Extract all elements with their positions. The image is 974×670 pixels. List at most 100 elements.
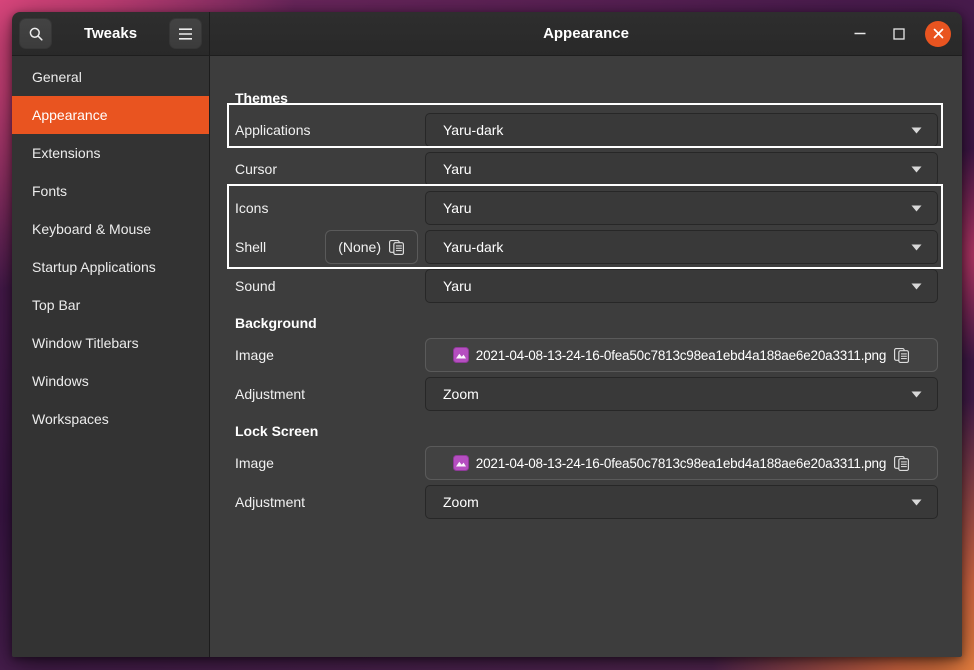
settings-row: Icons Yaru	[235, 191, 938, 225]
chevron-down-icon	[911, 391, 922, 398]
main-headerbar: Appearance	[210, 12, 962, 56]
themes-applications-dropdown[interactable]: Yaru-dark	[425, 113, 938, 147]
settings-section: Background Image 2021-04-08-13-24-16-0fe…	[235, 315, 938, 411]
settings-row: Adjustment Zoom	[235, 485, 938, 519]
sidebar-item-workspaces[interactable]: Workspaces	[12, 400, 209, 438]
copy-icon	[388, 239, 405, 256]
section-rows: Applications Yaru-dark Cursor Yaru Icons…	[235, 113, 938, 303]
dropdown-value: Yaru	[443, 278, 911, 294]
sidebar-item-window-titlebars[interactable]: Window Titlebars	[12, 324, 209, 362]
section-rows: Image 2021-04-08-13-24-16-0fea50c7813c98…	[235, 338, 938, 411]
row-label: Adjustment	[235, 386, 305, 402]
background-image-button[interactable]: 2021-04-08-13-24-16-0fea50c7813c98ea1ebd…	[425, 338, 938, 372]
chevron-down-icon	[911, 499, 922, 506]
page-title: Appearance	[543, 25, 629, 42]
hamburger-icon	[178, 28, 193, 40]
background-heading: Background	[235, 315, 938, 331]
row-label: Image	[235, 455, 274, 471]
row-label: Shell	[235, 239, 266, 255]
maximize-button[interactable]	[886, 21, 912, 47]
app-title: Tweaks	[84, 25, 137, 42]
row-label: Icons	[235, 200, 268, 216]
copy-icon	[893, 455, 910, 472]
settings-section: Themes Applications Yaru-dark Cursor Yar…	[235, 90, 938, 303]
minimize-icon	[854, 32, 866, 35]
dropdown-value: Yaru-dark	[443, 122, 911, 138]
row-label-cell: Cursor	[235, 161, 425, 177]
settings-row: Cursor Yaru	[235, 152, 938, 186]
themes-shell-dropdown[interactable]: Yaru-dark	[425, 230, 938, 264]
background-adjustment-dropdown[interactable]: Zoom	[425, 377, 938, 411]
sidebar-item-startup-applications[interactable]: Startup Applications	[12, 248, 209, 286]
dropdown-value: Zoom	[443, 386, 911, 402]
sidebar-item-label: Appearance	[32, 107, 108, 123]
maximize-icon	[893, 28, 905, 40]
lock-screen-image-button[interactable]: 2021-04-08-13-24-16-0fea50c7813c98ea1ebd…	[425, 446, 938, 480]
sidebar-item-label: Fonts	[32, 183, 67, 199]
dropdown-value: Yaru	[443, 200, 911, 216]
themes-sound-dropdown[interactable]: Yaru	[425, 269, 938, 303]
menu-button[interactable]	[169, 18, 202, 49]
sidebar-item-extensions[interactable]: Extensions	[12, 134, 209, 172]
sidebar-item-label: Top Bar	[32, 297, 80, 313]
row-label-cell: Adjustment	[235, 494, 425, 510]
row-label-cell: Adjustment	[235, 386, 425, 402]
window-controls	[847, 12, 951, 55]
sidebar-item-keyboard-mouse[interactable]: Keyboard & Mouse	[12, 210, 209, 248]
settings-row: Image 2021-04-08-13-24-16-0fea50c7813c98…	[235, 338, 938, 372]
sidebar-item-label: Startup Applications	[32, 259, 156, 275]
sidebar-item-top-bar[interactable]: Top Bar	[12, 286, 209, 324]
row-label-cell: Sound	[235, 278, 425, 294]
sidebar-item-label: General	[32, 69, 82, 85]
sidebar-item-fonts[interactable]: Fonts	[12, 172, 209, 210]
row-label-cell: Shell (None)	[235, 230, 425, 264]
dropdown-value: Zoom	[443, 494, 911, 510]
settings-row: Shell (None) Yaru-dark	[235, 230, 938, 264]
image-filename: 2021-04-08-13-24-16-0fea50c7813c98ea1ebd…	[476, 456, 886, 471]
themes-heading: Themes	[235, 90, 938, 106]
sidebar-item-windows[interactable]: Windows	[12, 362, 209, 400]
chevron-down-icon	[911, 244, 922, 251]
image-thumbnail-icon	[453, 347, 469, 363]
settings-list: Themes Applications Yaru-dark Cursor Yar…	[210, 56, 962, 657]
settings-row: Applications Yaru-dark	[235, 113, 938, 147]
search-button[interactable]	[19, 18, 52, 49]
row-label-cell: Image	[235, 347, 425, 363]
sidebar-item-label: Extensions	[32, 145, 100, 161]
lock-screen-adjustment-dropdown[interactable]: Zoom	[425, 485, 938, 519]
chevron-down-icon	[911, 166, 922, 173]
row-label: Adjustment	[235, 494, 305, 510]
row-label: Cursor	[235, 161, 277, 177]
image-filename: 2021-04-08-13-24-16-0fea50c7813c98ea1ebd…	[476, 348, 886, 363]
close-button[interactable]	[925, 21, 951, 47]
sidebar-item-label: Workspaces	[32, 411, 109, 427]
minimize-button[interactable]	[847, 21, 873, 47]
sidebar-item-label: Windows	[32, 373, 89, 389]
sidebar-item-label: Keyboard & Mouse	[32, 221, 151, 237]
chevron-down-icon	[911, 283, 922, 290]
tweaks-window: Tweaks Appearance	[12, 12, 962, 657]
shell-none-label: (None)	[338, 239, 381, 255]
row-label-cell: Applications	[235, 122, 425, 138]
close-icon	[933, 28, 944, 39]
settings-row: Sound Yaru	[235, 269, 938, 303]
sidebar-nav: General Appearance Extensions Fonts Keyb…	[12, 56, 210, 657]
shell-none-button[interactable]: (None)	[325, 230, 418, 264]
row-label-cell: Image	[235, 455, 425, 471]
sidebar-item-general[interactable]: General	[12, 58, 209, 96]
settings-row: Image 2021-04-08-13-24-16-0fea50c7813c98…	[235, 446, 938, 480]
row-label: Sound	[235, 278, 275, 294]
dropdown-value: Yaru	[443, 161, 911, 177]
sidebar-item-label: Window Titlebars	[32, 335, 139, 351]
image-thumbnail-icon	[453, 455, 469, 471]
row-label: Applications	[235, 122, 311, 138]
chevron-down-icon	[911, 127, 922, 134]
sidebar-item-appearance[interactable]: Appearance	[12, 96, 209, 134]
section-rows: Image 2021-04-08-13-24-16-0fea50c7813c98…	[235, 446, 938, 519]
themes-icons-dropdown[interactable]: Yaru	[425, 191, 938, 225]
lock-screen-heading: Lock Screen	[235, 423, 938, 439]
row-label-cell: Icons	[235, 200, 425, 216]
desktop-background: { "window": { "sidebar": { "title": "Twe…	[0, 0, 974, 670]
chevron-down-icon	[911, 205, 922, 212]
themes-cursor-dropdown[interactable]: Yaru	[425, 152, 938, 186]
